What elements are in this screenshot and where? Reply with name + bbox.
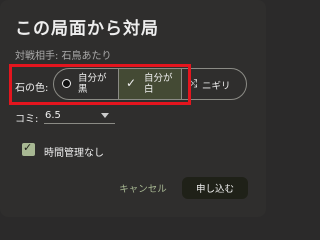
komi-select[interactable]: 6.5 (44, 108, 115, 124)
komi-label: コミ: (15, 114, 39, 125)
option-nigiri[interactable]: ⤨ ニギリ (182, 69, 246, 99)
play-from-position-dialog: この局面から対局 対戦相手: 石鳥あたり 石の色: 自分が 黒 ✓ 自分が 白 … (0, 0, 266, 217)
dialog-title: この局面から対局 (15, 19, 159, 39)
option-nigiri-label: ニギリ (202, 81, 231, 92)
checkmark-icon: ✓ (23, 141, 33, 154)
komi-value: 6.5 (45, 110, 61, 121)
time-control-label: 時間管理なし (44, 148, 104, 159)
dropdown-arrow-icon (101, 113, 109, 118)
cancel-button[interactable]: キャンセル (113, 178, 173, 198)
time-control-checkbox[interactable]: ✓ (22, 141, 35, 156)
submit-button[interactable]: 申し込む (182, 177, 248, 199)
opponent-label: 対戦相手: 石鳥あたり (15, 51, 112, 62)
annotation-highlight-box (9, 64, 191, 105)
